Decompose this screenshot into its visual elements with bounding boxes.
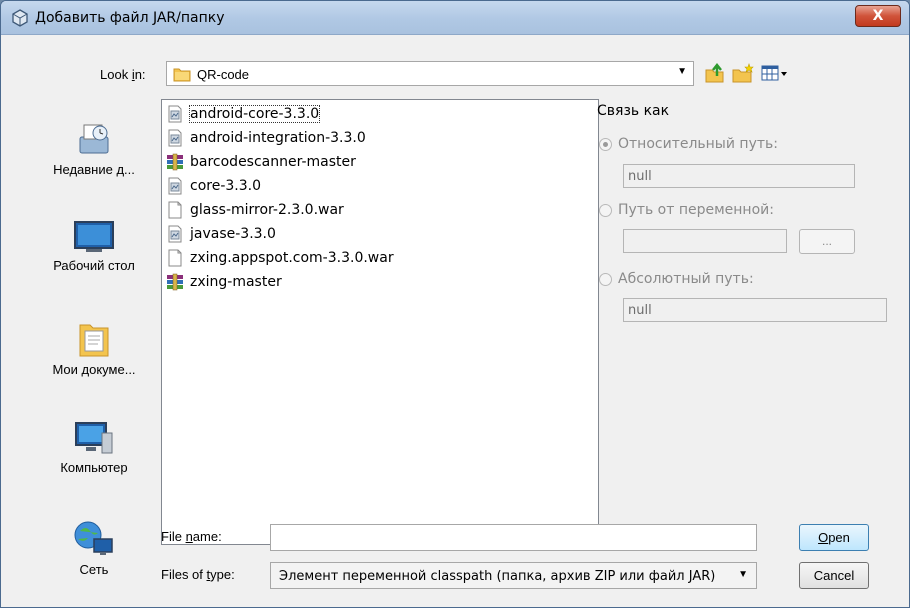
archive-icon bbox=[167, 273, 183, 290]
chevron-down-icon: ▼ bbox=[738, 569, 748, 580]
place-label: Мои докуме... bbox=[52, 362, 136, 377]
variable-path-label: Путь от переменной: bbox=[618, 202, 774, 218]
up-folder-icon[interactable] bbox=[703, 62, 727, 84]
chevron-down-icon: ▼ bbox=[677, 66, 687, 77]
file-name: javase-3.3.0 bbox=[190, 225, 276, 242]
absolute-path-label: Абсолютный путь: bbox=[618, 271, 754, 287]
list-item[interactable]: barcodescanner-master bbox=[166, 151, 356, 172]
cube-icon bbox=[12, 9, 28, 27]
absolute-path-radio[interactable]: Абсолютный путь: bbox=[599, 271, 754, 287]
jar-file-icon bbox=[168, 105, 182, 122]
archive-icon bbox=[167, 153, 183, 170]
jar-file-icon bbox=[168, 177, 182, 194]
browse-variable-button[interactable]: ... bbox=[799, 229, 855, 254]
place-label: Рабочий стол bbox=[53, 258, 135, 273]
look-in-value: QR-code bbox=[197, 67, 250, 82]
close-button[interactable]: X bbox=[855, 5, 901, 27]
view-menu-icon[interactable] bbox=[759, 62, 791, 84]
dialog-body: Look in: QR-code ▼ Недавние д... Рабочий… bbox=[9, 36, 901, 599]
absolute-path-field[interactable]: null bbox=[623, 298, 887, 322]
place-label: Сеть bbox=[79, 562, 109, 577]
place-label: Компьютер bbox=[60, 460, 128, 475]
look-in-combo[interactable]: QR-code ▼ bbox=[166, 61, 694, 86]
list-item[interactable]: zxing-master bbox=[166, 271, 282, 292]
file-type-combo[interactable]: Элемент переменной classpath (папка, арх… bbox=[270, 562, 757, 589]
file-type-label: Files of type: bbox=[161, 567, 235, 582]
computer-icon bbox=[75, 422, 113, 454]
list-item[interactable]: glass-mirror-2.3.0.war bbox=[166, 199, 344, 220]
relative-path-label: Относительный путь: bbox=[618, 136, 778, 152]
folder-icon bbox=[173, 68, 191, 82]
variable-path-field[interactable] bbox=[623, 229, 787, 253]
list-item[interactable]: android-core-3.3.0 bbox=[166, 103, 321, 124]
jar-file-icon bbox=[168, 129, 182, 146]
file-list[interactable]: android-core-3.3.0 android-integration-3… bbox=[161, 99, 599, 545]
file-name: android-integration-3.3.0 bbox=[190, 129, 366, 146]
variable-path-radio[interactable]: Путь от переменной: bbox=[599, 202, 774, 218]
network-icon bbox=[74, 521, 113, 555]
relative-path-field[interactable]: null bbox=[623, 164, 855, 188]
file-name-input[interactable] bbox=[270, 524, 757, 551]
radio-indicator bbox=[599, 203, 612, 217]
link-as-title: Связь как bbox=[597, 103, 670, 119]
place-desktop[interactable]: Рабочий стол bbox=[33, 219, 155, 273]
look-in-label: Look in: bbox=[100, 67, 146, 82]
place-documents[interactable]: Мои докуме... bbox=[33, 319, 155, 377]
list-item[interactable]: android-integration-3.3.0 bbox=[166, 127, 366, 148]
places-bar: Недавние д... Рабочий стол Мои докуме...… bbox=[33, 101, 155, 581]
file-name-label: File name: bbox=[161, 529, 222, 544]
title-bar[interactable]: Добавить файл JAR/папку X bbox=[1, 1, 909, 35]
place-label: Недавние д... bbox=[53, 162, 135, 177]
file-name: glass-mirror-2.3.0.war bbox=[190, 201, 344, 218]
place-recent[interactable]: Недавние д... bbox=[33, 119, 155, 177]
new-folder-icon[interactable] bbox=[731, 62, 755, 84]
recent-documents-icon bbox=[79, 124, 109, 154]
file-name: barcodescanner-master bbox=[190, 153, 356, 170]
open-button[interactable]: Open bbox=[799, 524, 869, 551]
desktop-icon bbox=[74, 221, 114, 252]
file-name: zxing.appspot.com-3.3.0.war bbox=[190, 249, 394, 266]
file-name: android-core-3.3.0 bbox=[188, 104, 321, 123]
radio-indicator bbox=[599, 137, 612, 151]
blank-file-icon bbox=[168, 201, 182, 218]
file-name: zxing-master bbox=[190, 273, 282, 290]
window-title: Добавить файл JAR/папку bbox=[35, 10, 225, 26]
place-computer[interactable]: Компьютер bbox=[33, 419, 155, 475]
file-type-value: Элемент переменной classpath (папка, арх… bbox=[279, 569, 716, 584]
close-icon: X bbox=[872, 8, 884, 24]
list-item[interactable]: core-3.3.0 bbox=[166, 175, 261, 196]
radio-indicator bbox=[599, 272, 612, 286]
cancel-button[interactable]: Cancel bbox=[799, 562, 869, 589]
place-network[interactable]: Сеть bbox=[33, 519, 155, 577]
file-name: core-3.3.0 bbox=[190, 177, 261, 194]
my-documents-icon bbox=[79, 324, 109, 357]
blank-file-icon bbox=[168, 249, 182, 266]
list-item[interactable]: zxing.appspot.com-3.3.0.war bbox=[166, 247, 394, 268]
relative-path-radio[interactable]: Относительный путь: bbox=[599, 136, 778, 152]
add-jar-dialog: Добавить файл JAR/папку X Look in: QR-co… bbox=[0, 0, 910, 608]
list-item[interactable]: javase-3.3.0 bbox=[166, 223, 276, 244]
jar-file-icon bbox=[168, 225, 182, 242]
